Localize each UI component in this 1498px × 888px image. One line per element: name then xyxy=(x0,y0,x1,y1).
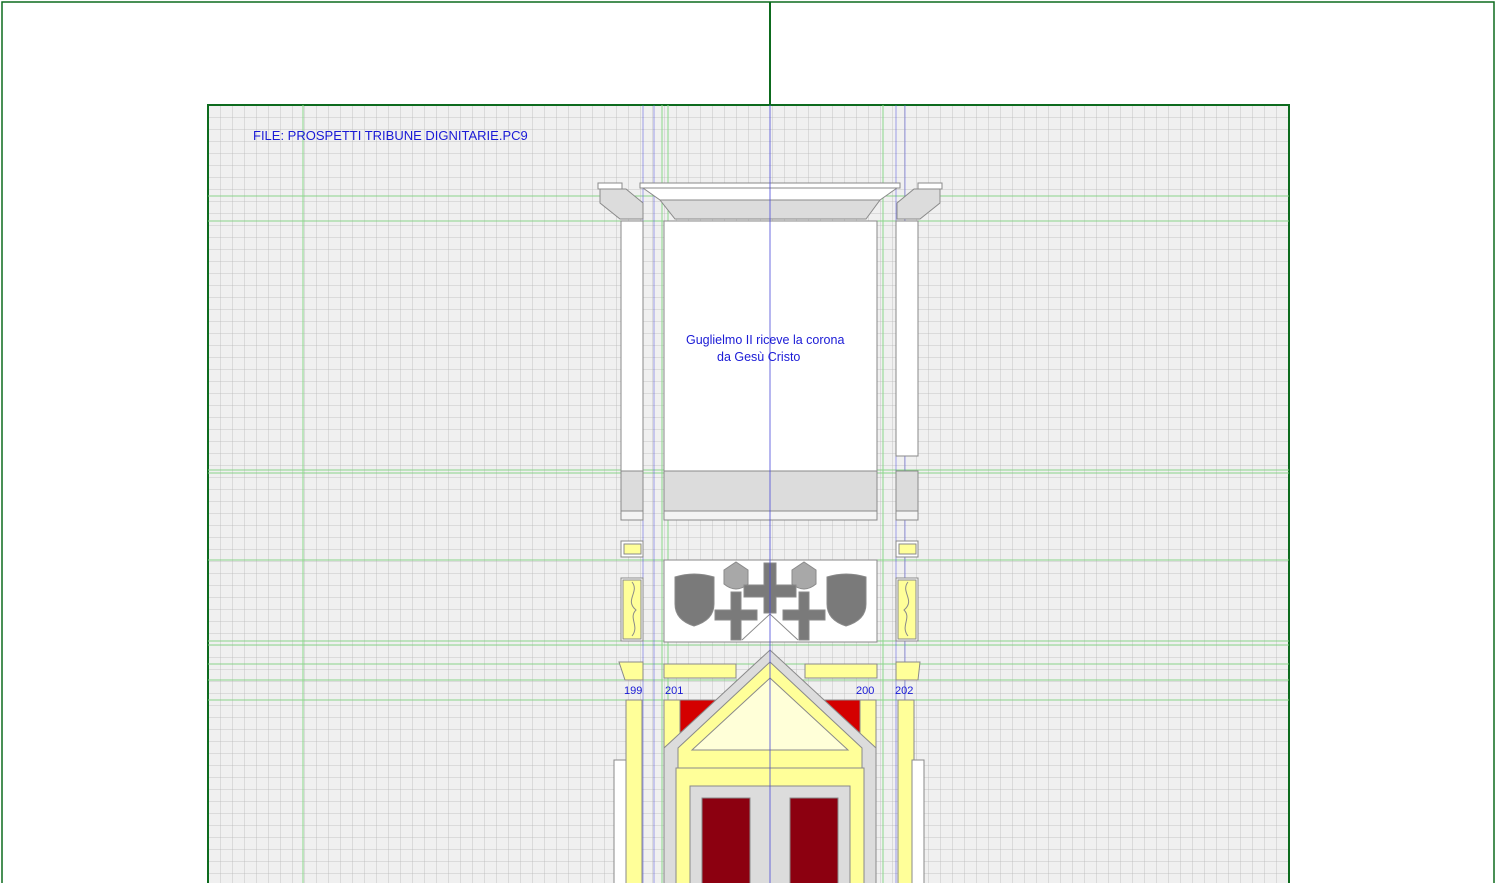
element-number: 201 xyxy=(665,685,684,697)
shield-icon xyxy=(826,573,867,627)
file-label: FILE: PROSPETTI TRIBUNE DIGNITARIE.PC9 xyxy=(253,128,528,143)
shield-icon xyxy=(674,573,715,627)
arms-frieze xyxy=(663,559,878,643)
panel-base xyxy=(663,470,878,512)
elevation-drawing xyxy=(1,1,1495,888)
caption-line-1: Guglielmo II riceve la corona xyxy=(686,333,845,347)
element-number: 199 xyxy=(624,685,643,697)
left-pilaster xyxy=(618,220,644,681)
caption-line-2: da Gesù Cristo xyxy=(717,350,801,364)
element-number: 202 xyxy=(895,685,914,697)
panel-caption: Guglielmo II riceve la corona da Gesù Cr… xyxy=(686,332,844,366)
cad-canvas: FILE: PROSPETTI TRIBUNE DIGNITARIE.PC9 G… xyxy=(0,0,1498,888)
element-number: 200 xyxy=(856,685,875,697)
right-pilaster xyxy=(895,220,921,681)
